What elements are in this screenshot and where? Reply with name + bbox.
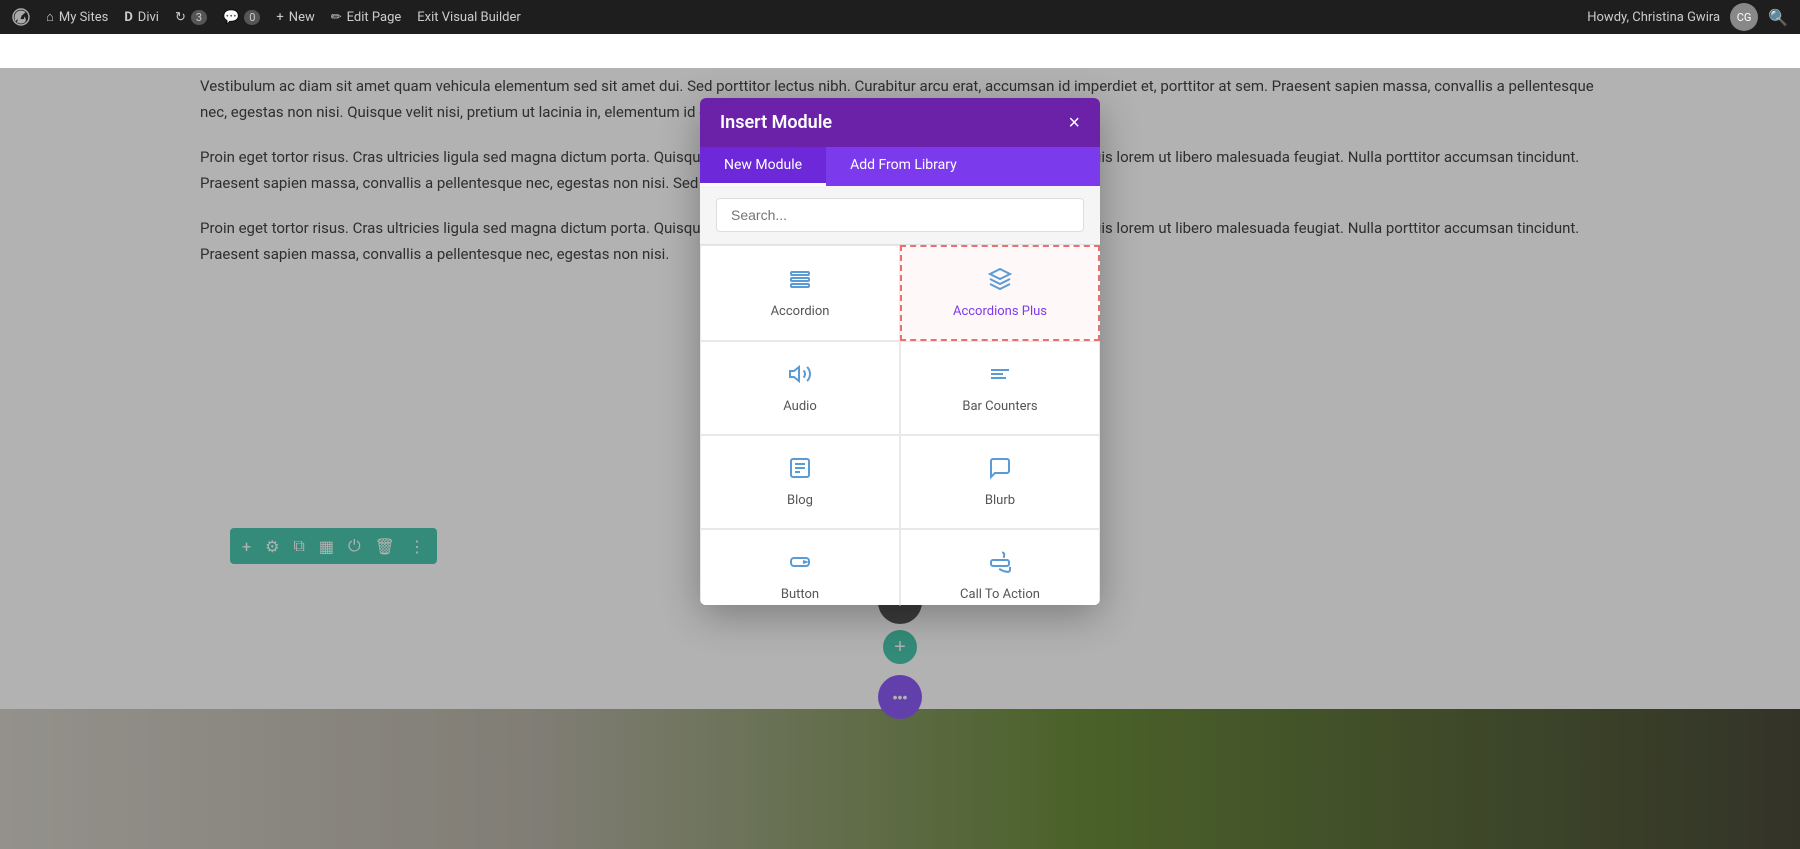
accordions-plus-icon — [988, 267, 1012, 296]
divi-link[interactable]: D Divi — [124, 10, 159, 25]
divi-icon: D — [124, 10, 132, 25]
comment-icon: 💬 — [223, 10, 239, 25]
modal-search-area — [700, 186, 1100, 245]
modal-overlay: Insert Module × New Module Add From Libr… — [0, 68, 1800, 849]
button-icon — [788, 550, 812, 579]
bar-counters-icon — [988, 362, 1012, 391]
module-label-button: Button — [781, 587, 819, 602]
module-label-accordions-plus: Accordions Plus — [953, 304, 1047, 319]
module-item-blog[interactable]: Blog — [700, 435, 900, 529]
edit-page-link[interactable]: ✏ Edit Page — [331, 10, 402, 25]
revisions-link[interactable]: ↻ 3 — [175, 10, 207, 25]
pencil-icon: ✏ — [331, 10, 342, 25]
module-item-accordion[interactable]: Accordion — [700, 245, 900, 341]
modal-close-button[interactable]: × — [1068, 113, 1080, 133]
module-item-audio[interactable]: Audio — [700, 341, 900, 435]
module-item-button[interactable]: Button — [700, 529, 900, 605]
avatar: CG — [1730, 3, 1758, 31]
admin-bar: ⌂ My Sites D Divi ↻ 3 💬 0 + New ✏ Edit P… — [0, 0, 1800, 34]
exit-builder-link[interactable]: Exit Visual Builder — [417, 10, 520, 25]
accordion-icon — [788, 267, 812, 296]
modal-tabs: New Module Add From Library — [700, 147, 1100, 186]
audio-icon — [788, 362, 812, 391]
new-link[interactable]: + New — [276, 10, 314, 25]
module-label-blurb: Blurb — [985, 493, 1015, 508]
search-icon[interactable]: 🔍 — [1768, 8, 1788, 27]
module-label-audio: Audio — [783, 399, 816, 414]
module-item-bar-counters[interactable]: Bar Counters — [900, 341, 1100, 435]
user-greeting: Howdy, Christina Gwira — [1587, 10, 1720, 25]
page-content: Vestibulum ac diam sit amet quam vehicul… — [0, 34, 1800, 849]
module-item-call-to-action[interactable]: Call To Action — [900, 529, 1100, 605]
blurb-icon — [988, 456, 1012, 485]
module-label-blog: Blog — [787, 493, 813, 508]
blog-icon — [788, 456, 812, 485]
module-label-bar-counters: Bar Counters — [962, 399, 1037, 414]
modal-title: Insert Module — [720, 112, 832, 133]
plus-icon: + — [276, 10, 283, 25]
tab-new-module[interactable]: New Module — [700, 147, 826, 186]
module-label-call-to-action: Call To Action — [960, 587, 1040, 602]
home-icon: ⌂ — [46, 9, 54, 25]
admin-bar-right: Howdy, Christina Gwira CG 🔍 — [1587, 3, 1788, 31]
tab-add-from-library[interactable]: Add From Library — [826, 147, 981, 186]
search-input[interactable] — [716, 198, 1084, 232]
module-grid: Accordion Accordions Plus — [700, 245, 1100, 605]
insert-module-modal: Insert Module × New Module Add From Libr… — [700, 98, 1100, 605]
module-item-accordions-plus[interactable]: Accordions Plus — [900, 245, 1100, 341]
call-to-action-icon — [988, 550, 1012, 579]
modal-header: Insert Module × — [700, 98, 1100, 147]
wordpress-icon[interactable] — [12, 8, 30, 26]
my-sites-link[interactable]: ⌂ My Sites — [46, 9, 108, 25]
sync-icon: ↻ — [175, 10, 186, 25]
comments-link[interactable]: 💬 0 — [223, 10, 260, 25]
module-item-blurb[interactable]: Blurb — [900, 435, 1100, 529]
module-label-accordion: Accordion — [771, 304, 830, 319]
